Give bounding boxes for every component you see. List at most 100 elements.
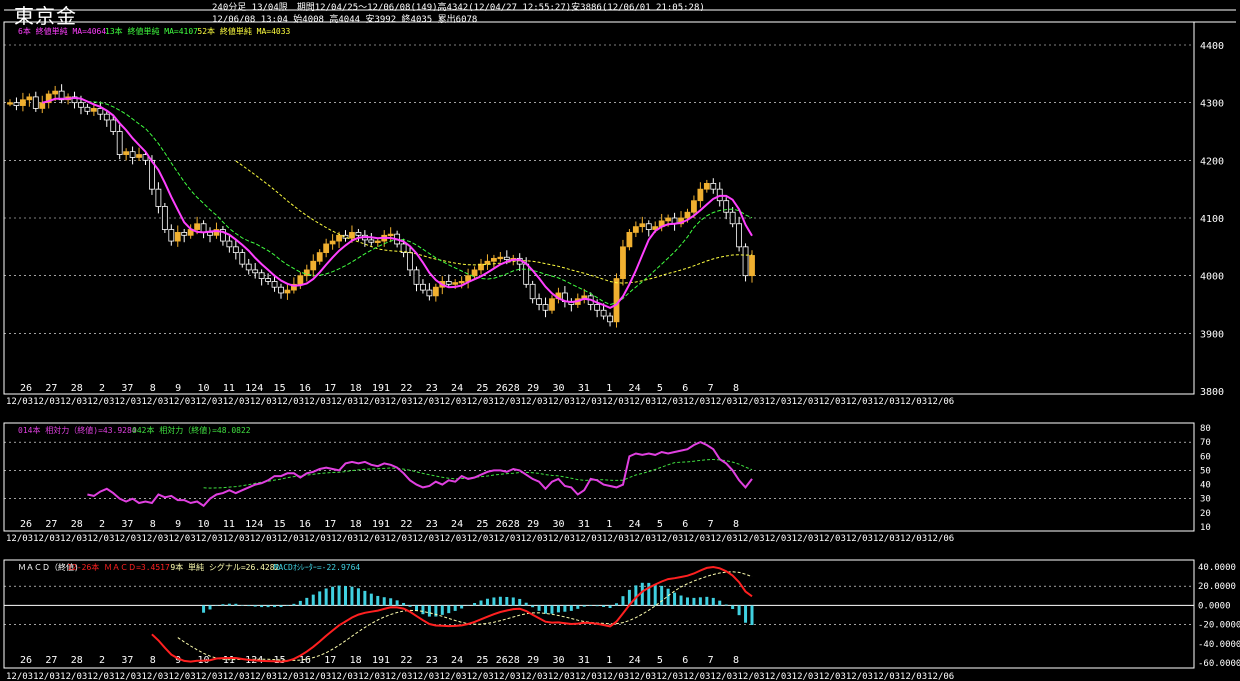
- x-axis-label: 24: [451, 655, 463, 666]
- x-axis-label: 1: [606, 519, 612, 530]
- price-tick-label: 3800: [1200, 387, 1224, 398]
- candle-body: [742, 246, 749, 277]
- price-tick-label: 4200: [1200, 156, 1224, 167]
- x-axis-label: 11: [223, 655, 235, 666]
- candle-body: [729, 211, 736, 225]
- candle-body: [691, 200, 697, 213]
- x-axis-label: 18: [350, 383, 362, 394]
- x-axis-label: 18: [350, 519, 362, 530]
- candle-body: [297, 275, 304, 285]
- candle-body: [523, 263, 530, 285]
- price-tick-label: 4400: [1200, 41, 1224, 52]
- macd-x-axis: 26 27 28 2 37 8 9 10 11 124 15 16 17 18 191 22 23 24 25 262…: [20, 655, 739, 666]
- macd-tick-label: -60.0000: [1198, 659, 1240, 669]
- candle-body: [503, 256, 510, 260]
- price-x-axis: 26 27 28 2 37 8 9 10 11 124 15 16 17 18 191 22 23 24 25 262…: [20, 383, 739, 394]
- candle-body: [336, 234, 342, 242]
- price-grid: [4, 44, 1194, 334]
- x-axis-label: 22: [400, 519, 412, 530]
- candle-body: [271, 281, 278, 288]
- legend-entry: 9本 単純 シグナル=26.4282: [170, 562, 279, 572]
- candle-body: [620, 246, 626, 279]
- price-y-axis: 4400 4300 4200 4100 4000 3900 3800: [1200, 41, 1224, 398]
- x-axis-label: 22: [400, 383, 412, 394]
- candle-body: [749, 255, 755, 277]
- candle-body: [310, 260, 317, 271]
- candle-body: [278, 286, 284, 294]
- macd-tick-label: -40.0000: [1198, 640, 1240, 650]
- candle-body: [110, 119, 117, 132]
- price-tick-label: 4300: [1200, 99, 1224, 110]
- x-axis-label: 5: [657, 519, 663, 530]
- x-axis-label: 26: [20, 519, 32, 530]
- candle-body: [536, 298, 542, 305]
- x-axis-label: 2628: [496, 519, 520, 530]
- rsi-x-axis: 26 27 28 2 37 8 9 10 11 124 15 16 17 18 191 22 23 24 25 262…: [20, 519, 739, 530]
- legend-entry: 13本 終値単純 MA=4107: [105, 26, 198, 36]
- x-axis-label: 16: [299, 383, 311, 394]
- x-axis-label: 25: [476, 655, 488, 666]
- candle-body: [697, 188, 704, 202]
- x-axis-label: 24: [629, 383, 641, 394]
- candle-body: [284, 289, 291, 294]
- candle-body: [329, 240, 336, 245]
- candle-body: [258, 272, 265, 279]
- x-axis-label: 191: [372, 519, 390, 530]
- x-axis-label: 2: [99, 519, 105, 530]
- x-axis-label: 8: [733, 655, 739, 666]
- rsi-panel-frame: [3, 422, 1195, 532]
- date-strip: 12/0312/0312/0312/0312/0312/0312/0312/03…: [6, 397, 954, 407]
- x-axis-label: 124: [245, 519, 263, 530]
- candle-body: [626, 232, 633, 248]
- x-axis-label: 8: [150, 655, 156, 666]
- candle-body: [542, 304, 549, 311]
- x-axis-label: 8: [733, 519, 739, 530]
- candle-body: [458, 281, 465, 284]
- candle-body: [471, 269, 478, 277]
- legend-entry: 12-26本 ＭＡＣＤ=3.4517: [67, 562, 170, 572]
- x-axis-label: 10: [197, 383, 209, 394]
- rsi-tick-label: 30: [1200, 495, 1211, 505]
- candle-body: [200, 223, 207, 233]
- x-axis-label: 8: [150, 519, 156, 530]
- x-axis-label: 2: [99, 383, 105, 394]
- x-axis-label: 27: [45, 383, 57, 394]
- x-axis-label: 7: [708, 519, 714, 530]
- x-axis-label: 11: [223, 383, 235, 394]
- candle-body: [84, 106, 91, 112]
- x-axis-label: 8: [733, 383, 739, 394]
- x-axis-label: 18: [350, 655, 362, 666]
- x-axis-label: 22: [400, 655, 412, 666]
- candle-body: [161, 206, 168, 230]
- macd-oscillator-bars: [202, 582, 754, 626]
- candle-body: [316, 252, 323, 262]
- macd-legend: ＭＡＣＤ（終値)12-26本 ＭＡＣＤ=3.4517 9本 単純 シグナル=26.…: [18, 562, 360, 572]
- candle-body: [529, 283, 536, 300]
- candle-body: [497, 256, 504, 260]
- candle-body: [116, 131, 123, 155]
- candle-body: [736, 223, 742, 248]
- x-axis-label: 30: [552, 383, 564, 394]
- candle-body: [245, 263, 252, 271]
- candle-body: [684, 211, 691, 219]
- x-axis-label: 37: [121, 655, 133, 666]
- legend-entry: MACDｵｼﾚｰﾀｰ=-22.9764: [274, 563, 361, 572]
- candle-body: [252, 269, 259, 274]
- x-axis-label: 28: [71, 519, 83, 530]
- x-axis-label: 17: [324, 383, 336, 394]
- x-axis-label: 7: [708, 383, 714, 394]
- x-axis-label: 16: [299, 519, 311, 530]
- x-axis-label: 30: [552, 519, 564, 530]
- x-axis-label: 29: [527, 655, 539, 666]
- macd-tick-label: 0.0000: [1198, 601, 1231, 611]
- candle-body: [387, 233, 394, 237]
- candle-body: [665, 217, 672, 222]
- x-axis-label: 27: [45, 655, 57, 666]
- x-axis-label: 37: [121, 383, 133, 394]
- macd-panel-frame: [3, 559, 1195, 669]
- price-panel-frame: [3, 21, 1195, 395]
- x-axis-label: 28: [71, 383, 83, 394]
- candle-body: [607, 315, 613, 323]
- x-axis-label: 11: [223, 519, 235, 530]
- candle-body: [78, 102, 84, 108]
